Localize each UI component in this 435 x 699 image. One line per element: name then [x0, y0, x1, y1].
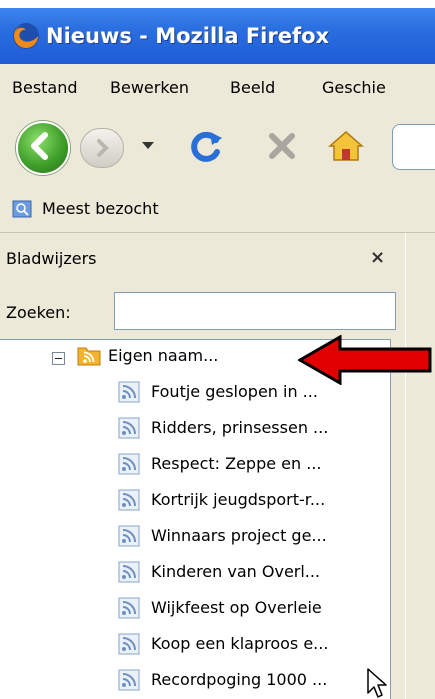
mouse-cursor-icon: [367, 668, 387, 698]
sidebar-close-button[interactable]: ×: [370, 247, 385, 268]
menu-bestand[interactable]: Bestand: [12, 78, 78, 97]
feed-item-label: Kinderen van Overl...: [151, 562, 321, 581]
forward-icon: [97, 139, 109, 157]
list-item[interactable]: Ridders, prinsessen ...: [0, 412, 390, 446]
home-icon[interactable]: [326, 126, 366, 166]
firefox-logo-icon: [13, 23, 39, 49]
sidebar-splitter[interactable]: [405, 233, 435, 699]
menu-beeld[interactable]: Beeld: [230, 78, 275, 97]
stop-icon[interactable]: [262, 126, 302, 166]
bookmark-meest-bezocht[interactable]: Meest bezocht: [42, 199, 159, 218]
feed-item-icon: [118, 489, 140, 511]
red-arrow-icon: [298, 335, 432, 385]
list-item[interactable]: Koop een klaproos e...: [0, 628, 390, 662]
menu-geschiedenis[interactable]: Geschie: [322, 78, 386, 97]
search-label: Zoeken:: [6, 303, 71, 322]
feed-item-label: Foutje geslopen in ...: [151, 382, 318, 401]
list-item[interactable]: Wijkfeest op Overleie: [0, 592, 390, 626]
search-input[interactable]: [114, 292, 396, 330]
back-button[interactable]: [16, 121, 70, 175]
feed-item-label: Ridders, prinsessen ...: [151, 418, 329, 437]
back-icon: [31, 132, 48, 160]
rss-folder-icon: [77, 347, 101, 366]
feed-item-icon: [118, 453, 140, 475]
bookmarks-sidebar: Bladwijzers × Zoeken: Eigen naam... Fout…: [0, 233, 407, 699]
folder-label: Eigen naam...: [108, 346, 219, 365]
feed-item-icon: [118, 561, 140, 583]
sidebar-title: Bladwijzers: [6, 249, 97, 268]
list-item[interactable]: Respect: Zeppe en ...: [0, 448, 390, 482]
feed-item-label: Kortrijk jeugdsport-r...: [151, 490, 326, 509]
navigation-toolbar: [0, 110, 435, 187]
window-title: Nieuws - Mozilla Firefox: [46, 24, 330, 48]
firefox-window: Nieuws - Mozilla Firefox Bestand Bewerke…: [0, 0, 435, 699]
forward-button[interactable]: [80, 128, 124, 168]
feed-item-icon: [118, 417, 140, 439]
feed-item-icon: [118, 525, 140, 547]
feed-item-label: Koop een klaproos e...: [151, 634, 329, 653]
reload-icon[interactable]: [186, 126, 226, 166]
menu-bewerken[interactable]: Bewerken: [110, 78, 189, 97]
feed-item-label: Respect: Zeppe en ...: [151, 454, 322, 473]
list-item[interactable]: Kinderen van Overl...: [0, 556, 390, 590]
list-item[interactable]: Recordpoging 1000 ...: [0, 664, 390, 698]
feed-item-icon: [118, 669, 140, 691]
list-item[interactable]: Winnaars project ge...: [0, 520, 390, 554]
collapse-toggle[interactable]: [52, 352, 65, 365]
address-bar[interactable]: [392, 124, 435, 170]
feed-item-icon: [118, 633, 140, 655]
title-bar[interactable]: Nieuws - Mozilla Firefox: [0, 8, 435, 64]
bookmarks-toolbar: Meest bezocht: [0, 186, 435, 233]
history-dropdown-icon[interactable]: [142, 142, 154, 149]
feed-item-label: Winnaars project ge...: [151, 526, 327, 545]
list-item[interactable]: Kortrijk jeugdsport-r...: [0, 484, 390, 518]
feed-item-label: Wijkfeest op Overleie: [151, 598, 322, 617]
bookmark-folder-icon: [12, 200, 32, 218]
bookmarks-tree: Eigen naam... Foutje geslopen in ... Rid…: [0, 339, 391, 699]
feed-item-label: Recordpoging 1000 ...: [151, 670, 328, 689]
menu-bar: Bestand Bewerken Beeld Geschie: [0, 64, 435, 111]
feed-item-icon: [118, 381, 140, 403]
feed-item-icon: [118, 597, 140, 619]
